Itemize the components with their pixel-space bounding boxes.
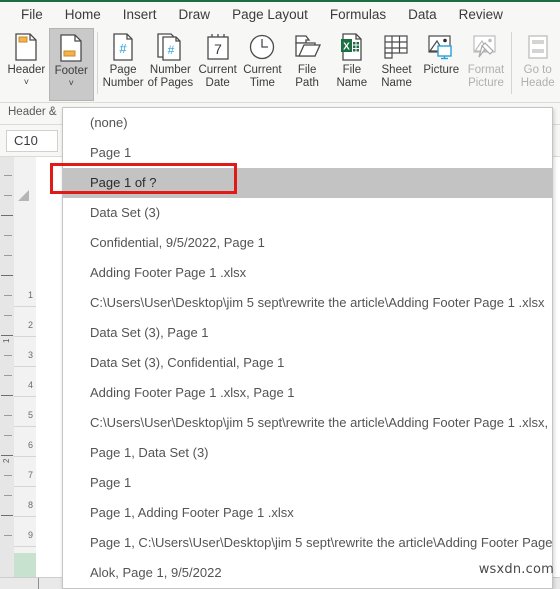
go-to-header-label-l1: Go to	[523, 64, 552, 76]
excel-window: File Home Insert Draw Page Layout Formul…	[0, 0, 560, 589]
sheet-grid-icon	[383, 32, 411, 62]
clock-icon	[249, 32, 275, 62]
file-path-label-l2: Path	[295, 76, 319, 89]
row-header[interactable]: 3	[14, 343, 36, 367]
dropdown-item-confidential-date-page[interactable]: Confidential, 9/5/2022, Page 1	[63, 228, 552, 258]
format-picture-icon	[472, 32, 500, 62]
sheet-name-button[interactable]: Sheet Name	[374, 28, 419, 101]
file-path-label-l1: File	[297, 64, 317, 76]
ribbon-separator	[511, 32, 513, 94]
sheet-name-label-l1: Sheet	[381, 64, 412, 76]
svg-text:#: #	[119, 41, 127, 56]
dropdown-item-data-set-3-page-1[interactable]: Data Set (3), Page 1	[63, 318, 552, 348]
go-to-header-button: Go to Heade	[515, 28, 560, 101]
page-number-label-l1: Page	[109, 64, 137, 76]
scroll-marker-triangle-icon	[18, 190, 29, 201]
row-header[interactable]: 7	[14, 463, 36, 487]
dropdown-item-filename-page-1[interactable]: Adding Footer Page 1 .xlsx, Page 1	[63, 378, 552, 408]
current-time-button[interactable]: Current Time	[240, 28, 285, 101]
dropdown-item-page-1[interactable]: Page 1	[63, 138, 552, 168]
picture-icon	[427, 32, 455, 62]
name-box[interactable]: C10	[6, 130, 58, 152]
header-button-label: Header	[7, 64, 46, 76]
current-date-button[interactable]: 7 Current Date	[195, 28, 240, 101]
calendar-icon: 7	[205, 32, 231, 62]
number-of-pages-label-l2: of Pages	[147, 76, 194, 89]
chevron-down-icon[interactable]: ˅	[24, 77, 29, 87]
tab-home[interactable]: Home	[54, 2, 112, 28]
dropdown-item-filename[interactable]: Adding Footer Page 1 .xlsx	[63, 258, 552, 288]
tab-file[interactable]: File	[10, 2, 54, 28]
file-name-label-l2: Name	[336, 76, 368, 89]
page-number-icon: #	[110, 32, 136, 62]
header-button[interactable]: Header ˅	[4, 28, 49, 101]
header-page-icon	[13, 32, 39, 62]
row-header-column: 1 2 3 4 5 6 7 8 9	[14, 157, 36, 589]
file-path-button[interactable]: File Path	[285, 28, 330, 101]
tab-formulas[interactable]: Formulas	[319, 2, 397, 28]
page-number-label-l2: Number	[102, 76, 144, 89]
go-to-header-label-l2: Heade	[520, 76, 555, 89]
group-label-header-and-footer: Header &	[8, 106, 57, 118]
file-name-label-l1: File	[342, 64, 362, 76]
number-of-pages-button[interactable]: # Number of Pages	[145, 28, 195, 101]
svg-text:#: #	[168, 43, 175, 57]
row-header[interactable]: 9	[14, 523, 36, 547]
svg-text:7: 7	[214, 41, 222, 57]
row-header[interactable]: 1	[14, 283, 36, 307]
number-of-pages-label-l1: Number	[149, 64, 191, 76]
watermark: wsxdn.com	[478, 562, 554, 577]
current-date-label-l1: Current	[198, 64, 237, 76]
footer-button[interactable]: Footer ˅	[48, 28, 94, 101]
footer-page-icon	[58, 33, 84, 63]
dropdown-item-page-1-data-set-3[interactable]: Page 1, Data Set (3)	[63, 438, 552, 468]
tab-page-layout[interactable]: Page Layout	[221, 2, 319, 28]
dropdown-item-page-1-filepath[interactable]: Page 1, C:\Users\User\Desktop\jim 5 sept…	[63, 528, 552, 558]
picture-button-label: Picture	[423, 64, 460, 76]
row-header[interactable]: 8	[14, 493, 36, 517]
dropdown-item-data-set-3-confidential-page-1[interactable]: Data Set (3), Confidential, Page 1	[63, 348, 552, 378]
sheet-name-label-l2: Name	[381, 76, 412, 89]
dropdown-item-filepath-page-1[interactable]: C:\Users\User\Desktop\jim 5 sept\rewrite…	[63, 408, 552, 438]
svg-text:X: X	[343, 42, 350, 53]
ruler-number-2: 2	[2, 458, 11, 463]
format-picture-label-l1: Format	[467, 64, 505, 76]
picture-button[interactable]: Picture	[419, 28, 464, 101]
row-header[interactable]: 4	[14, 373, 36, 397]
footer-dropdown-menu[interactable]: (none) Page 1 Page 1 of ? Data Set (3) C…	[62, 107, 553, 589]
row-header[interactable]: 2	[14, 313, 36, 337]
tab-data[interactable]: Data	[397, 2, 448, 28]
number-of-pages-icon: #	[156, 32, 184, 62]
go-to-header-icon	[525, 32, 551, 62]
current-time-label-l1: Current	[243, 64, 282, 76]
dropdown-item-filepath[interactable]: C:\Users\User\Desktop\jim 5 sept\rewrite…	[63, 288, 552, 318]
tab-insert[interactable]: Insert	[112, 2, 168, 28]
ribbon-separator	[96, 32, 98, 94]
current-date-label-l2: Date	[205, 76, 230, 89]
page-number-button[interactable]: # Page Number	[101, 28, 146, 101]
folder-icon	[293, 32, 322, 62]
vertical-ruler: 1 2	[0, 157, 14, 589]
row-header[interactable]: 6	[14, 433, 36, 457]
excel-file-icon: X	[339, 32, 365, 62]
footer-button-label: Footer	[54, 65, 88, 77]
dropdown-item-none[interactable]: (none)	[63, 108, 552, 138]
current-time-label-l2: Time	[249, 76, 275, 89]
format-picture-button: Format Picture	[464, 28, 509, 101]
dropdown-item-page-1-filename[interactable]: Page 1, Adding Footer Page 1 .xlsx	[63, 498, 552, 528]
chevron-down-icon[interactable]: ˅	[69, 78, 74, 88]
row-header[interactable]: 5	[14, 403, 36, 427]
ruler-number-1: 1	[2, 338, 11, 343]
dropdown-item-page-1-of-q[interactable]: Page 1 of ?	[63, 168, 552, 198]
tab-review[interactable]: Review	[448, 2, 514, 28]
file-name-button[interactable]: X File Name	[329, 28, 374, 101]
ribbon-tab-strip: File Home Insert Draw Page Layout Formul…	[0, 0, 560, 28]
format-picture-label-l2: Picture	[468, 76, 504, 89]
dropdown-item-page-1-b[interactable]: Page 1	[63, 468, 552, 498]
header-footer-ribbon: Header ˅ Footer ˅ # Page Number # Number…	[0, 28, 560, 103]
tab-draw[interactable]: Draw	[168, 2, 222, 28]
dropdown-item-data-set-3[interactable]: Data Set (3)	[63, 198, 552, 228]
